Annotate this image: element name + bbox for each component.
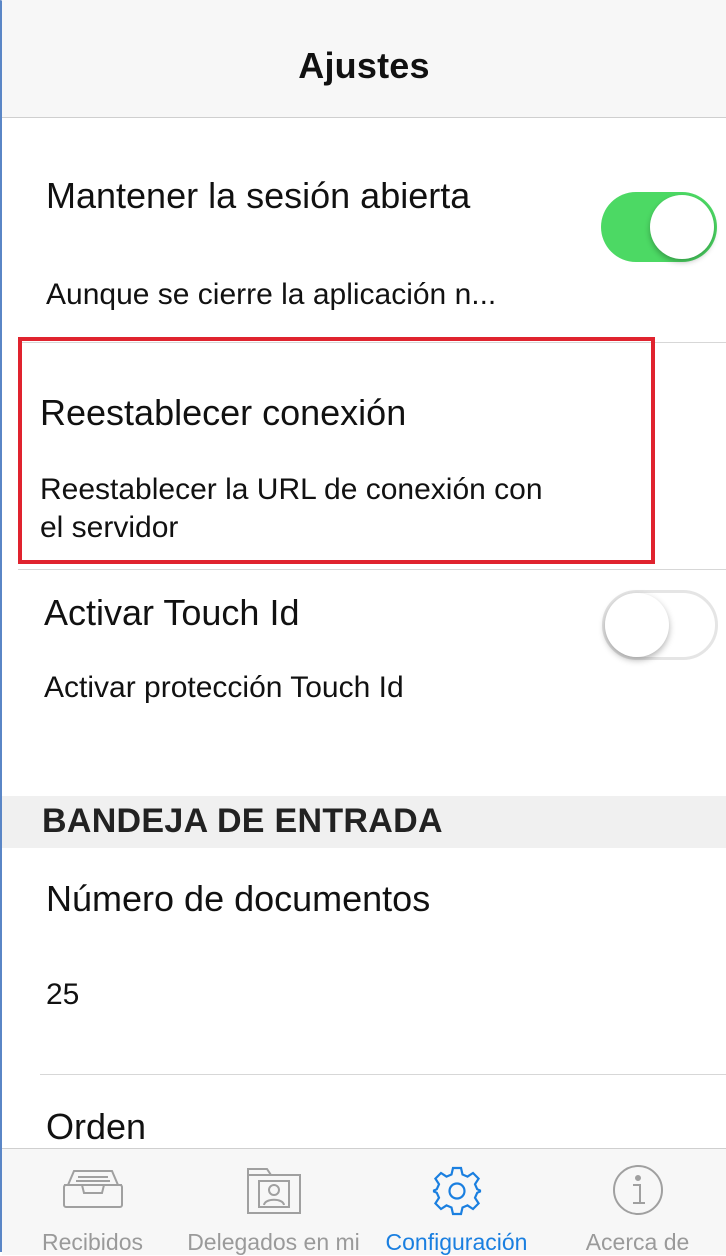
page-title: Ajustes <box>298 44 430 86</box>
tab-delegados[interactable]: Delegados en mi <box>183 1149 364 1255</box>
tab-label: Delegados en mi <box>187 1229 360 1255</box>
tab-label: Configuración <box>385 1229 528 1255</box>
gear-icon <box>431 1165 483 1222</box>
keep-session-subtitle: Aunque se cierre la aplicación n... <box>46 278 497 311</box>
tab-recibidos[interactable]: Recibidos <box>2 1149 183 1255</box>
doc-count-value: 25 <box>46 978 80 1011</box>
navigation-bar: Ajustes <box>2 0 726 118</box>
order-title: Orden <box>46 1106 147 1147</box>
delegated-folder-icon <box>245 1163 303 1222</box>
touch-id-subtitle: Activar protección Touch Id <box>44 671 404 704</box>
inbox-tray-icon <box>60 1167 126 1216</box>
doc-count-title: Número de documentos <box>46 878 431 919</box>
row-divider <box>18 569 726 570</box>
tab-configuracion[interactable]: Configuración <box>366 1149 547 1255</box>
row-divider <box>40 1074 726 1075</box>
keep-session-toggle[interactable] <box>601 192 717 262</box>
highlight-annotation-box <box>18 337 655 564</box>
toggle-knob <box>650 195 714 259</box>
tab-bar: Recibidos Delegados en mi Configuración <box>2 1148 726 1255</box>
tab-acerca-de[interactable]: Acerca de <box>547 1149 726 1255</box>
keep-session-title: Mantener la sesión abierta <box>46 175 471 216</box>
tab-label: Recibidos <box>42 1229 143 1255</box>
toggle-knob <box>605 593 669 657</box>
touch-id-title: Activar Touch Id <box>44 592 300 633</box>
section-header-label: BANDEJA DE ENTRADA <box>42 802 443 840</box>
section-header-inbox: BANDEJA DE ENTRADA <box>2 796 726 848</box>
info-icon <box>611 1163 665 1222</box>
tab-label: Acerca de <box>585 1229 690 1255</box>
touch-id-toggle[interactable] <box>602 590 718 660</box>
